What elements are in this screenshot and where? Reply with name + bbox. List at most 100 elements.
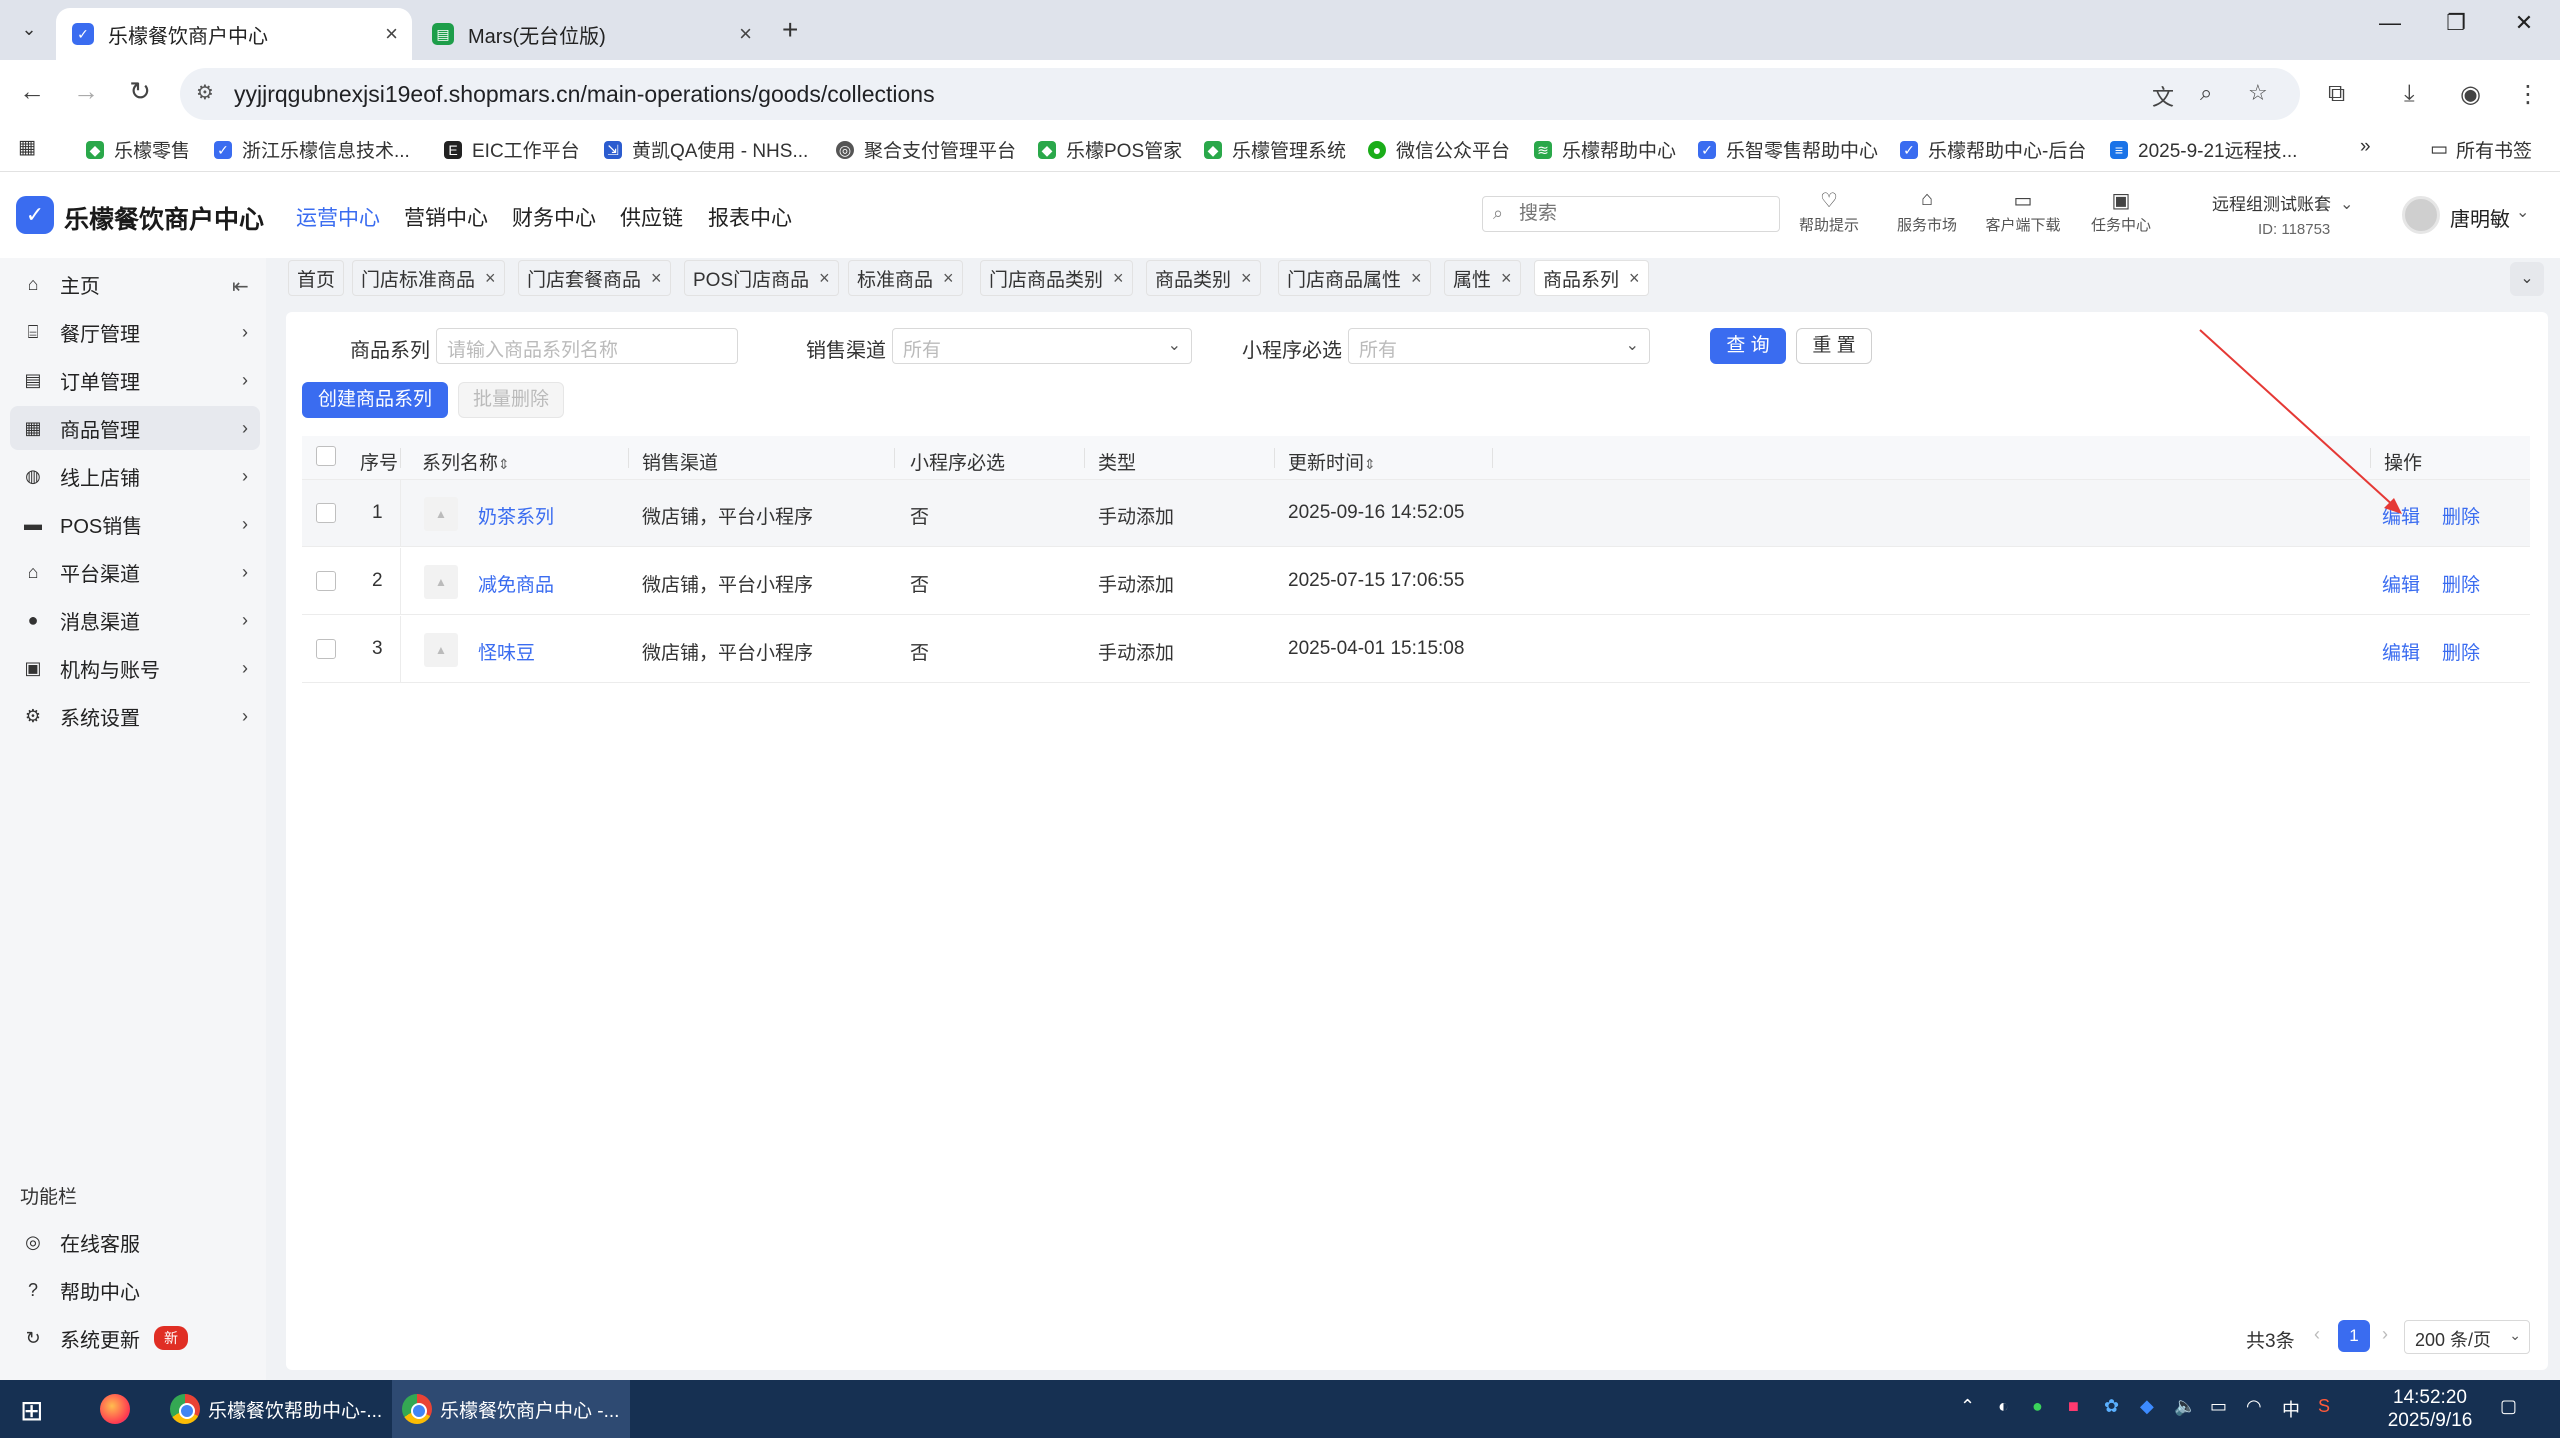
header-search[interactable]: ⌕ (1482, 196, 1780, 232)
feishu-tray-icon[interactable]: ◆ (2140, 1396, 2154, 1417)
sidebar-online-service[interactable]: ◎ 在线客服 (10, 1220, 260, 1264)
series-name-link[interactable]: 奶茶系列 (478, 502, 554, 529)
close-tab-icon[interactable]: × (385, 21, 398, 47)
help-tips-button[interactable]: ♡ 帮助提示 (1784, 188, 1874, 235)
sidebar-item-pos[interactable]: ▬ POS销售 › (10, 502, 260, 546)
edit-link[interactable]: 编辑 (2382, 502, 2420, 529)
current-page-button[interactable]: 1 (2338, 1320, 2370, 1352)
star-icon[interactable]: ☆ (2248, 80, 2268, 106)
sidebar-item-orders[interactable]: ▤ 订单管理 › (10, 358, 260, 402)
tray-expand-icon[interactable]: ⌃ (1960, 1396, 1975, 1417)
tab-search-icon[interactable]: ⌄ (14, 14, 44, 44)
header-search-input[interactable] (1519, 201, 1769, 227)
wifi-icon[interactable]: ◠ (2246, 1396, 2262, 1417)
menu-kebab-icon[interactable]: ⋮ (2516, 80, 2540, 109)
page-tab[interactable]: POS门店商品 × (684, 260, 839, 296)
edit-link[interactable]: 编辑 (2382, 570, 2420, 597)
reset-button[interactable]: 重 置 (1796, 328, 1872, 364)
avatar[interactable] (2402, 196, 2440, 234)
bookmark-item[interactable]: ≋ 乐檬帮助中心 (1534, 136, 1676, 163)
account-switcher[interactable]: 远程组测试账套 ID: 118753 ⌄ (2212, 190, 2353, 238)
sort-icon[interactable]: ⇕ (1364, 456, 1376, 472)
address-bar[interactable]: ⚙ yyjjrqgubnexjsi19eof.shopmars.cn/main-… (180, 68, 2300, 120)
nav-finance[interactable]: 财务中心 (512, 202, 596, 232)
sidebar-item-org[interactable]: ▣ 机构与账号 › (10, 646, 260, 690)
download-icon[interactable]: ⤓ (2404, 80, 2415, 108)
client-download-button[interactable]: ▭ 客户端下载 (1978, 188, 2068, 235)
taskbar-app-active[interactable]: 乐檬餐饮商户中心 -... (392, 1380, 630, 1438)
series-name-input[interactable]: 请输入商品系列名称 (436, 328, 738, 364)
close-icon[interactable]: × (819, 268, 830, 289)
page-size-select[interactable]: 200 条/页 ⌄ (2404, 1320, 2530, 1354)
close-icon[interactable]: × (1629, 268, 1640, 289)
page-tab-active[interactable]: 商品系列 × (1534, 260, 1649, 296)
row-checkbox[interactable] (316, 503, 336, 523)
tabs-dropdown-icon[interactable]: ⌄ (2510, 262, 2544, 296)
select-all-checkbox[interactable] (316, 446, 336, 466)
bookmark-item[interactable]: E EIC工作平台 (444, 136, 580, 163)
sidebar-item-restaurant[interactable]: ⌸ 餐厅管理 › (10, 310, 260, 354)
apps-grid-icon[interactable]: ▦ (18, 136, 36, 159)
sidebar-item-online-store[interactable]: ◍ 线上店铺 › (10, 454, 260, 498)
sidebar-item-message[interactable]: ● 消息渠道 › (10, 598, 260, 642)
browser-tab-active[interactable]: ✓ 乐檬餐饮商户中心 × (56, 8, 412, 60)
sidebar-system-update[interactable]: ↻ 系统更新新 (10, 1316, 260, 1360)
close-icon[interactable]: × (1501, 268, 1512, 289)
zoom-icon[interactable]: ⌕ (2200, 80, 2212, 106)
bookmark-item[interactable]: ≡ 2025-9-21远程技... (2110, 136, 2297, 163)
page-tab[interactable]: 门店套餐商品 × (518, 260, 671, 296)
notification-icon[interactable]: ▢ (2500, 1396, 2517, 1417)
ime-indicator[interactable]: 中 (2282, 1396, 2300, 1422)
reload-icon[interactable]: ↻ (122, 76, 158, 107)
close-window-icon[interactable]: ✕ (2504, 10, 2544, 36)
page-tab[interactable]: 门店商品类别 × (980, 260, 1133, 296)
row-checkbox[interactable] (316, 571, 336, 591)
taskbar-app[interactable]: 乐檬餐饮帮助中心-... (160, 1380, 392, 1438)
sidebar-item-platform[interactable]: ⌂ 平台渠道 › (10, 550, 260, 594)
new-tab-icon[interactable]: + (782, 14, 798, 46)
prev-page-icon[interactable]: ‹ (2314, 1324, 2320, 1345)
url-text[interactable]: yyjjrqgubnexjsi19eof.shopmars.cn/main-op… (234, 81, 935, 108)
nav-supply-chain[interactable]: 供应链 (620, 202, 683, 232)
site-info-icon[interactable]: ⚙ (196, 80, 214, 105)
service-market-button[interactable]: ⌂ 服务市场 (1882, 188, 1972, 235)
firefox-taskbar-icon[interactable] (90, 1380, 140, 1438)
app-tray-icon[interactable]: ■ (2068, 1396, 2079, 1417)
task-center-button[interactable]: ▣ 任务中心 (2076, 188, 2166, 235)
system-clock[interactable]: 14:52:20 2025/9/16 (2370, 1386, 2490, 1432)
row-checkbox[interactable] (316, 639, 336, 659)
bookmark-item[interactable]: ● 微信公众平台 (1368, 136, 1510, 163)
battery-icon[interactable]: ▭ (2210, 1396, 2227, 1417)
close-icon[interactable]: × (485, 268, 496, 289)
close-icon[interactable]: × (1241, 268, 1252, 289)
bookmark-item[interactable]: ✓ 乐檬帮助中心-后台 (1900, 136, 2086, 163)
forward-icon[interactable]: → (68, 76, 104, 107)
all-bookmarks[interactable]: ▭ 所有书签 (2430, 136, 2532, 163)
bookmark-item[interactable]: ✓ 浙江乐檬信息技术... (214, 136, 410, 163)
sidebar-help-center[interactable]: ? 帮助中心 (10, 1268, 260, 1312)
column-header-updated[interactable]: 更新时间⇕ (1288, 448, 1376, 475)
bookmark-item[interactable]: ◎ 聚合支付管理平台 (836, 136, 1016, 163)
minimize-icon[interactable]: — (2370, 10, 2410, 36)
translate-icon[interactable]: 文 (2152, 80, 2174, 112)
volume-icon[interactable]: 🔈 (2174, 1396, 2196, 1417)
nav-marketing[interactable]: 营销中心 (404, 202, 488, 232)
page-tab[interactable]: 门店标准商品 × (352, 260, 505, 296)
delete-link[interactable]: 删除 (2442, 570, 2480, 597)
browser-tab[interactable]: ▤ Mars(无台位版) × (416, 8, 766, 60)
channel-select[interactable]: 所有 ⌄ (892, 328, 1192, 364)
restore-icon[interactable]: ❐ (2436, 10, 2476, 36)
required-select[interactable]: 所有 ⌄ (1348, 328, 1650, 364)
back-icon[interactable]: ← (14, 76, 50, 107)
sogou-tray-icon[interactable]: S (2318, 1396, 2330, 1417)
page-tab-home[interactable]: 首页 (288, 260, 345, 296)
bookmark-item[interactable]: ◆ 乐檬POS管家 (1038, 136, 1182, 163)
page-tab[interactable]: 门店商品属性 × (1278, 260, 1431, 296)
close-icon[interactable]: × (651, 268, 662, 289)
sidebar-item-settings[interactable]: ⚙ 系统设置 › (10, 694, 260, 738)
chevron-down-icon[interactable]: ⌄ (2516, 202, 2529, 222)
bookmark-item[interactable]: ◆ 乐檬管理系统 (1204, 136, 1346, 163)
user-name[interactable]: 唐明敏 (2450, 203, 2510, 232)
windows-start-icon[interactable]: ⊞ (20, 1394, 43, 1427)
close-icon[interactable]: × (1411, 268, 1422, 289)
